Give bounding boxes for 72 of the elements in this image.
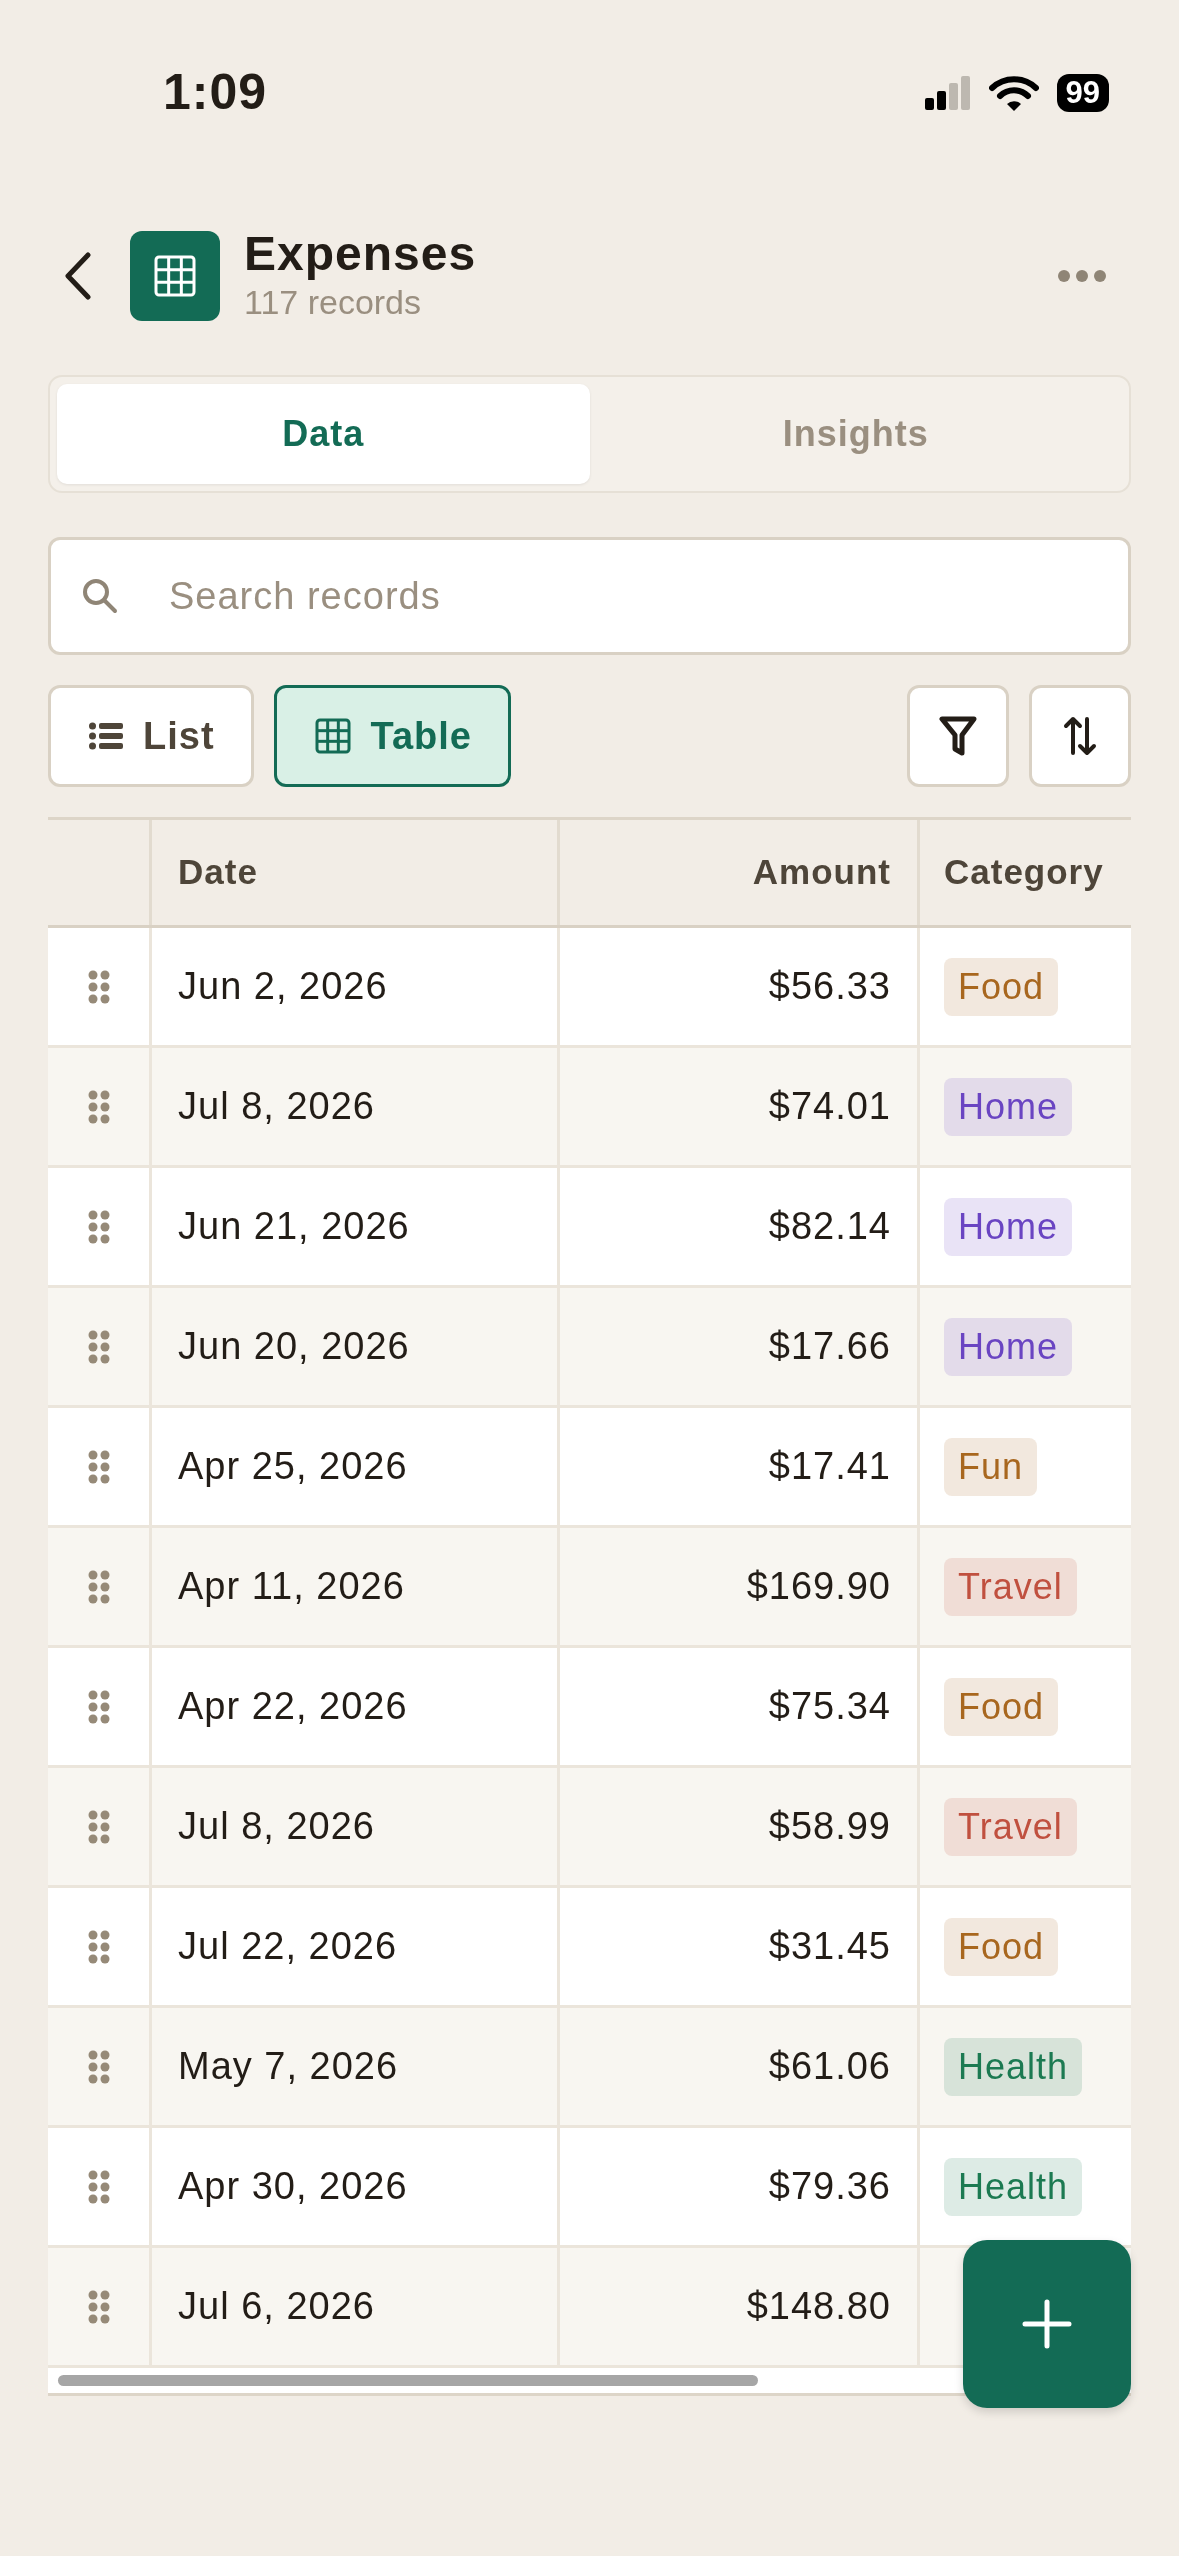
table-cell-text: $148.80	[746, 2284, 891, 2329]
column-header[interactable]: Category	[920, 820, 1130, 925]
table-cell-text: Jul 6, 2026	[178, 2284, 375, 2329]
table-cell-text: $75.34	[768, 1684, 891, 1729]
drag-handle-icon[interactable]	[87, 2289, 110, 2324]
status-time: 1:09	[163, 63, 268, 122]
drag-handle-icon[interactable]	[87, 1449, 110, 1484]
sort-button[interactable]	[1029, 685, 1131, 787]
drag-handle-icon[interactable]	[87, 1329, 110, 1364]
search-icon	[82, 578, 118, 614]
grid-icon	[314, 718, 351, 754]
plus-icon	[1022, 2299, 1072, 2349]
table-cell-text: $169.90	[746, 1564, 891, 1609]
list-view-button[interactable]: List	[48, 685, 254, 787]
table-cell-text: May 7, 2026	[178, 2044, 399, 2089]
drag-handle-icon[interactable]	[87, 969, 110, 1004]
category-tag: Home	[944, 1197, 1073, 1256]
table-cell-text: Jun 21, 2026	[178, 1204, 410, 1249]
sort-icon	[1063, 715, 1097, 757]
column-header[interactable]: Amount	[560, 820, 920, 925]
table-view-button[interactable]: Table	[273, 685, 511, 787]
table-cell-text: Apr 25, 2026	[178, 1444, 408, 1489]
drag-handle-icon[interactable]	[87, 2169, 110, 2204]
category-tag: Home	[944, 1077, 1073, 1136]
table-cell-text: Apr 11, 2026	[178, 1564, 405, 1609]
drag-handle-icon[interactable]	[87, 1689, 110, 1724]
drag-handle-icon[interactable]	[87, 1209, 110, 1244]
drag-handle-icon[interactable]	[87, 1809, 110, 1844]
drag-handle-icon[interactable]	[87, 1569, 110, 1604]
category-tag: Health	[944, 2157, 1083, 2216]
category-tag: Health	[944, 2037, 1083, 2096]
search-field[interactable]: Search records	[48, 537, 1131, 655]
table-cell-text: $82.14	[768, 1204, 891, 1249]
category-tag: Food	[944, 957, 1059, 1016]
table-cell-text: $31.45	[768, 1924, 891, 1969]
table-cell-text: $17.41	[768, 1444, 891, 1489]
category-tag: Fun	[944, 1437, 1038, 1496]
category-tag: Travel	[944, 1557, 1077, 1616]
table-cell-text: $58.99	[768, 1804, 891, 1849]
battery-indicator: 99	[1056, 73, 1109, 112]
record-count: 117 records	[244, 282, 423, 324]
table-cell-text: Apr 30, 2026	[178, 2164, 408, 2209]
drag-handle-icon[interactable]	[87, 2049, 110, 2084]
table-cell-text: $61.06	[768, 2044, 891, 2089]
drag-handle-icon[interactable]	[87, 1929, 110, 1964]
table-cell-text: Jul 8, 2026	[178, 1084, 375, 1129]
tab[interactable]: Data	[57, 384, 590, 484]
grid-icon	[154, 255, 196, 297]
table-cell-text: $17.66	[768, 1324, 891, 1369]
list-icon	[89, 722, 123, 750]
wifi-icon	[988, 74, 1039, 111]
table-cell-text: Jul 8, 2026	[178, 1804, 375, 1849]
filter-icon	[939, 715, 977, 757]
page-title: Expenses	[244, 227, 477, 281]
table-cell-text: $74.01	[768, 1084, 891, 1129]
add-button[interactable]	[963, 2240, 1131, 2408]
table-cell-text: Apr 22, 2026	[178, 1684, 408, 1729]
table-cell-text: $56.33	[768, 964, 891, 1009]
scroll-bar[interactable]	[58, 2375, 758, 2386]
table-cell-text: $79.36	[768, 2164, 891, 2209]
table-cell-text: Jun 20, 2026	[178, 1324, 410, 1369]
filter-button[interactable]	[907, 685, 1009, 787]
column-header[interactable]: Date	[152, 820, 560, 925]
drag-handle-icon[interactable]	[87, 1089, 110, 1124]
category-tag: Food	[944, 1677, 1059, 1736]
category-tag: Home	[944, 1317, 1073, 1376]
table-cell-text: Jul 22, 2026	[178, 1924, 398, 1969]
category-tag: Food	[944, 1917, 1059, 1976]
table-cell-text: Jun 2, 2026	[178, 964, 388, 1009]
signal-icon	[924, 75, 971, 110]
more-icon[interactable]	[1057, 269, 1107, 283]
category-tag: Travel	[944, 1797, 1077, 1856]
